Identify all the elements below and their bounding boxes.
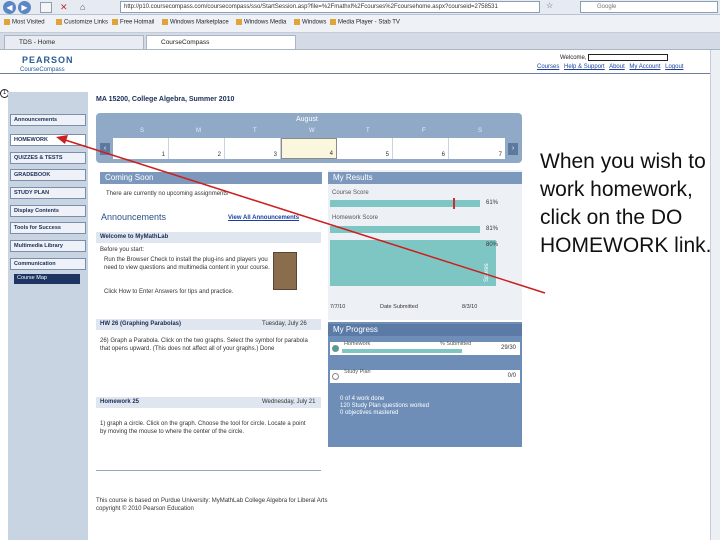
- annotation-callout: When you wish to work homework, click on…: [540, 150, 712, 257]
- annotation-arrow: [56, 135, 546, 294]
